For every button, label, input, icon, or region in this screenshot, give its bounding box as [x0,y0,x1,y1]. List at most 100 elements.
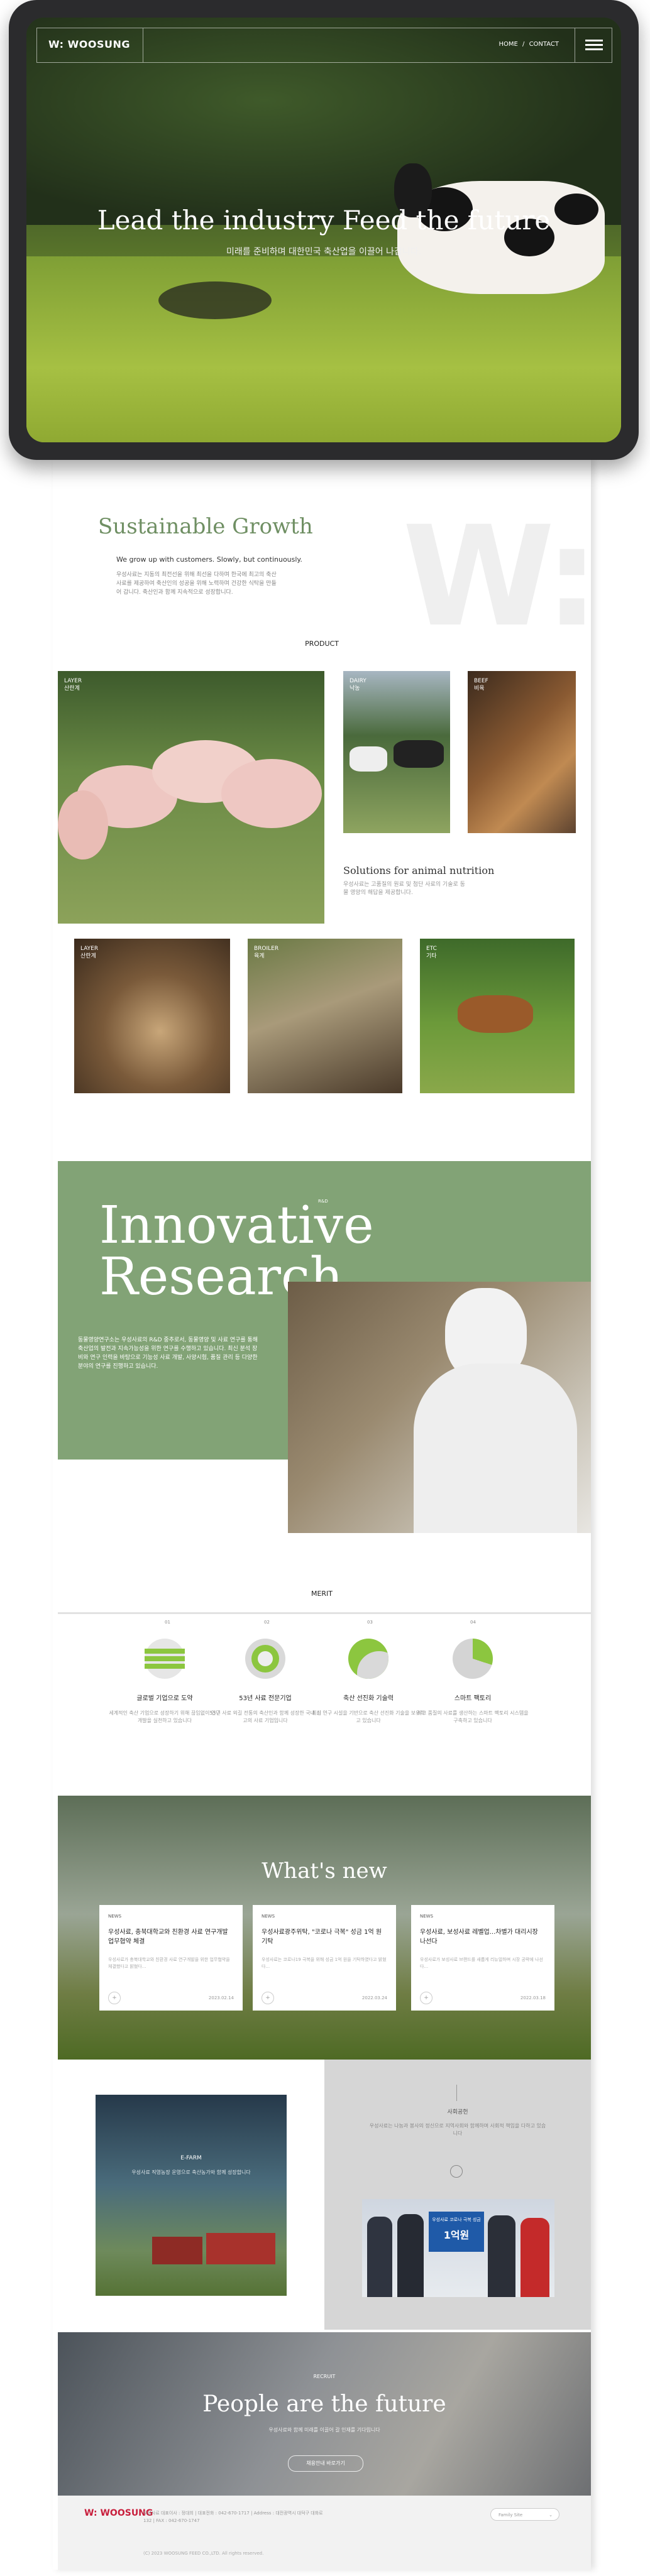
footer-logo[interactable]: W: WOOSUNG [84,2508,153,2518]
news-tag: NEWS [420,1914,434,1919]
hero-title: Lead the industry Feed the future [97,205,551,236]
product-tile-etc[interactable]: ETC 기타 [420,939,575,1093]
news-card[interactable]: NEWS 우성사료, 보성사료 레벨업...차별가 대리시장 나선다 우성사료가… [411,1905,554,2011]
news-tag: NEWS [262,1914,275,1919]
circle-icon[interactable] [450,2165,463,2178]
news-card[interactable]: NEWS 우성사료광주위탁, "코로나 극복" 성금 1억 원 기탁 우성사료는… [253,1905,396,2011]
more-button[interactable]: + [420,1992,432,2004]
pie-icon [453,1639,493,1679]
solution-title: Solutions for animal nutrition [343,865,495,876]
tablet-frame: W: WOOSUNG HOME / CONTACT Lead the indus… [9,0,639,460]
barn-shape [206,2233,275,2264]
merit-body: 최신 연구 시설을 기반으로 축산 선진화 기술을 보유하고 있습니다 [312,1710,425,1723]
news-title: What's new [262,1858,387,1884]
tile-label: LAYER 산란계 [64,678,82,692]
logo[interactable]: W: WOOSUNG [48,38,130,50]
news-date: 2023.02.14 [208,1995,234,2000]
tile-label: BROILER 육계 [254,946,279,959]
section-title: Sustainable Growth [98,514,313,539]
news-date: 2022.03.24 [361,1995,387,2000]
menu-icon[interactable] [585,37,603,52]
nav-separator: / [522,41,525,48]
header-nav: W: WOOSUNG HOME / CONTACT [36,28,612,63]
swoosh-icon [348,1639,388,1679]
copyright: (C) 2023 WOOSUNG FEED CO.,LTD. All right… [143,2551,264,2556]
person-shape [521,2218,549,2297]
nav-home-link[interactable]: HOME [499,41,517,48]
product-tile-broiler[interactable]: BROILER 육계 [248,939,402,1093]
merit-title: 글로벌 기업으로 도약 [136,1695,193,1702]
recruit-body: 우성사료와 함께 미래를 이끌어 갈 인재를 기다립니다 [268,2427,380,2433]
news-card-title: 우성사료, 보성사료 레벨업...차별가 대리시장 나선다 [420,1929,538,1945]
product-tile-beef[interactable]: BEEF 비육 [468,671,576,833]
more-button[interactable]: + [262,1992,274,2004]
product-tile-layer[interactable]: LAYER 산란계 [58,671,324,924]
watermark-logo: W: [402,496,600,657]
merit-tick: 02 [264,1620,270,1625]
product-label: PRODUCT [305,640,339,648]
news-card-title: 우성사료광주위탁, "코로나 극복" 성금 1억 원 기탁 [262,1929,382,1945]
product-tile-layer-2[interactable]: LAYER 산란계 [74,939,230,1093]
recruit-label: RECRUIT [313,2374,336,2379]
family-site-select[interactable]: Family Site ⌄ [490,2508,559,2521]
stripes-icon [145,1639,185,1679]
research-image [288,1282,591,1533]
donation-label: 사회공헌 [447,2109,468,2115]
person-shape [367,2217,392,2297]
barn-shape [152,2237,202,2264]
news-card-body: 우성사료는 코로나19 극복을 위해 성금 1억 원을 기탁하였다고 밝혔다..… [262,1957,387,1969]
background-cow [158,281,272,319]
section-subtitle: We grow up with customers. Slowly, but c… [116,555,302,564]
horse-shape [458,995,533,1033]
tile-label: ETC 기타 [426,946,437,959]
news-card[interactable]: NEWS 우성사료, 충북대학교와 친환경 사료 연구개발 업무협약 체결 우성… [99,1905,243,2011]
scientist-suit [414,1363,577,1533]
farm-body: 우성사료 직영농장 운영으로 축산농가와 함께 성장합니다 [131,2169,251,2175]
merit-item: 53년 사료 전문기업 53년 사료 외길 전통의 축산인과 함께 성장한 국내… [209,1639,322,1725]
cow-shape [394,740,444,768]
news-card-title: 우성사료, 충북대학교와 친환경 사료 연구개발 업무협약 체결 [108,1929,228,1945]
more-button[interactable]: + [108,1992,121,2004]
recruit-button[interactable]: 채용안내 바로가기 [288,2455,363,2472]
merit-item: 스마트 팩토리 최고 품질의 사료를 생산하는 스마트 팩토리 시스템을 구축하… [416,1639,529,1725]
merit-title: 53년 사료 전문기업 [239,1695,292,1702]
pig-shape [221,759,322,828]
tile-label: BEEF 비육 [474,678,488,692]
merit-label: MERIT [311,1590,333,1598]
merit-item: 축산 선진화 기술력 최신 연구 시설을 기반으로 축산 선진화 기술을 보유하… [312,1639,425,1725]
tile-label: DAIRY 낙농 [350,678,366,692]
news-card-body: 우성사료가 보성사료 브랜드를 새롭게 리뉴얼하며 시장 공략에 나선다... [420,1957,543,1969]
person-shape [397,2214,424,2297]
merit-tick: 03 [367,1620,373,1625]
hero-subtitle: 미래를 준비하며 대한민국 축산업을 이끌어 나갑니다. [226,247,422,257]
merit-tick: 01 [165,1620,170,1625]
pig-shape [58,790,108,860]
donation-image: 우성사료 코로나 극복 성금 1억원 [362,2199,554,2297]
merit-tick: 04 [470,1620,476,1625]
hero-section: W: WOOSUNG HOME / CONTACT Lead the indus… [26,18,621,442]
merit-item: 글로벌 기업으로 도약 세계적인 축산 기업으로 성장하기 위해 끊임없이 연구… [108,1639,221,1725]
divider [456,2085,457,2101]
research-body: 동물영양연구소는 우성사료의 R&D 중추로서, 동물영양 및 사료 연구를 통… [78,1337,258,1370]
solution-body: 우성사료는 고품질의 원료 및 첨단 사료의 기술로 동물 영양의 해답을 제공… [343,881,465,896]
merit-body: 53년 사료 외길 전통의 축산인과 함께 성장한 국내 최고의 사료 기업입니… [209,1710,321,1723]
news-card-body: 우성사료가 충북대학교와 친환경 사료 연구개발을 위한 업무협약을 체결했다고… [108,1957,230,1969]
merit-timeline [58,1612,591,1614]
cow-shape [350,746,387,772]
section-body: 우성사료는 지동의 최전선을 위해 최선을 다하며 한국에 최고의 축산사료를 … [116,572,277,596]
news-date: 2022.03.18 [520,1995,546,2000]
merit-title: 축산 선진화 기술력 [343,1695,394,1702]
merit-body: 최고 품질의 사료를 생산하는 스마트 팩토리 시스템을 구축하고 있습니다 [417,1710,529,1723]
target-ring-icon [245,1639,285,1679]
person-shape [488,2215,515,2297]
tile-label: LAYER 산란계 [80,946,99,959]
merit-body: 세계적인 축산 기업으로 성장하기 위해 끊임없이 연구 개발을 실천하고 있습… [109,1710,221,1723]
donation-body: 우성사료는 나눔과 봉사의 정신으로 지역사회와 함께하며 사회적 책임을 다하… [369,2123,546,2136]
nav-links: HOME / CONTACT [499,41,559,48]
donation-board: 우성사료 코로나 극복 성금 1억원 [429,2212,484,2252]
nav-contact-link[interactable]: CONTACT [529,41,559,48]
merit-title: 스마트 팩토리 [454,1695,492,1702]
farm-image[interactable]: E-FARM 우성사료 직영농장 운영으로 축산농가와 함께 성장합니다 [96,2095,287,2296]
product-tile-dairy[interactable]: DAIRY 낙농 [343,671,450,833]
news-tag: NEWS [108,1914,122,1919]
